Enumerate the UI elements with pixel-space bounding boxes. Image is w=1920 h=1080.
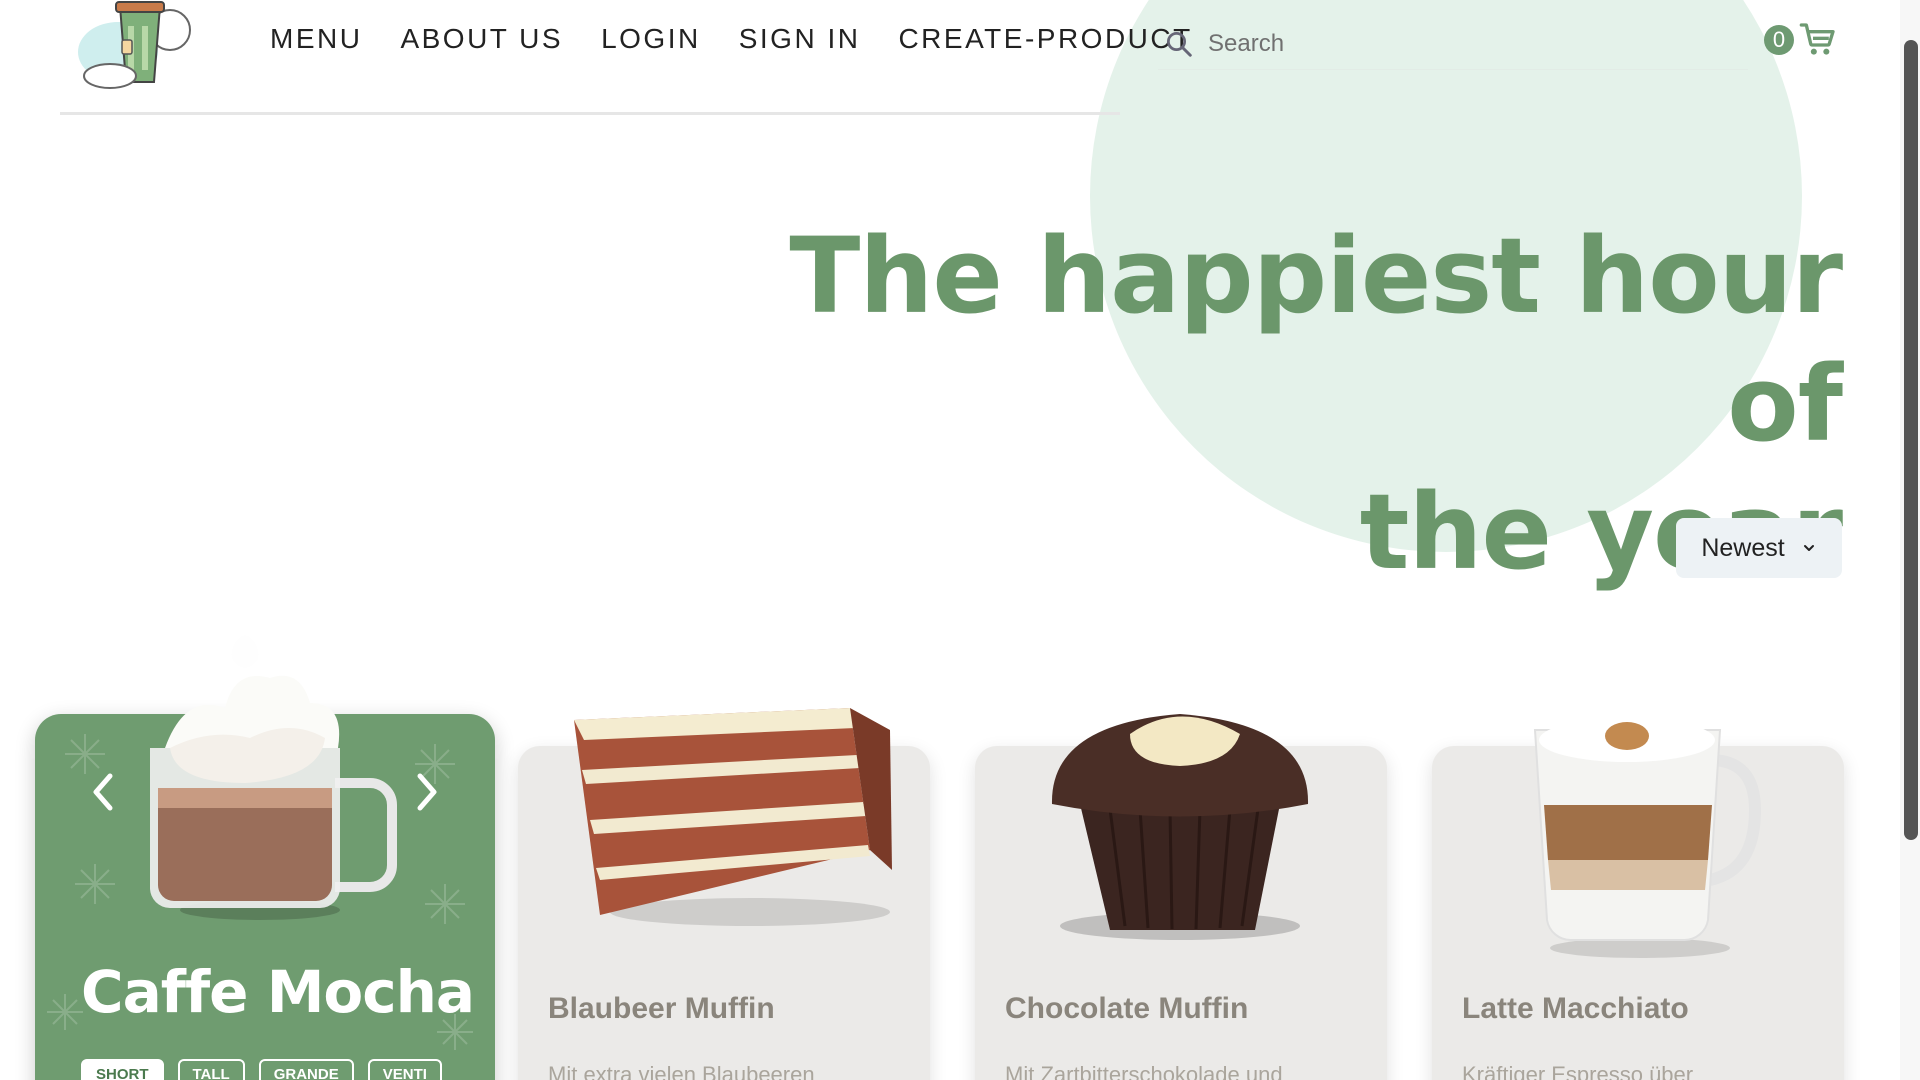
product-title: Blaubeer Muffin xyxy=(548,992,775,1025)
sort-dropdown[interactable]: Newest xyxy=(1676,518,1842,578)
search-bar xyxy=(1158,18,1748,70)
page-scrollbar[interactable] xyxy=(1900,0,1920,1080)
cart-count-badge: 0 xyxy=(1764,25,1794,55)
product-title: Latte Macchiato xyxy=(1462,992,1689,1025)
shopping-cart-icon xyxy=(1799,23,1835,55)
product-description: Mit extra vielen Blaubeeren xyxy=(548,1062,815,1080)
hero-line-1: The happiest hour of xyxy=(789,215,1843,465)
size-selector: SHORT TALL GRANDE VENTI xyxy=(81,1059,442,1080)
cake-slice-image xyxy=(574,708,892,926)
search-icon xyxy=(1167,31,1192,57)
caffe-mocha-image xyxy=(150,635,397,920)
logo-cup-icon[interactable] xyxy=(70,0,200,92)
nav-menu[interactable]: MENU xyxy=(270,20,362,58)
hero-heading: The happiest hour of the year xyxy=(642,212,1843,596)
size-short[interactable]: SHORT xyxy=(81,1059,164,1080)
scrollbar-thumb[interactable] xyxy=(1904,40,1918,840)
cart-button[interactable]: 0 xyxy=(1764,20,1838,60)
sort-label: Newest xyxy=(1701,533,1785,562)
product-description: Kräftiger Espresso über xyxy=(1462,1062,1694,1080)
nav-create-product[interactable]: CREATE-PRODUCT xyxy=(898,20,1192,58)
featured-product-title: Caffe Mocha xyxy=(81,958,475,1026)
main-nav: MENU ABOUT US LOGIN SIGN IN CREATE-PRODU… xyxy=(270,20,1193,58)
product-description: Mit Zartbitterschokolade und xyxy=(1005,1062,1283,1080)
latte-macchiato-image xyxy=(1533,718,1762,958)
product-title: Chocolate Muffin xyxy=(1005,992,1249,1025)
chocolate-muffin-image xyxy=(1051,714,1309,940)
prev-arrow-icon[interactable] xyxy=(88,770,118,814)
size-grande[interactable]: GRANDE xyxy=(258,1059,354,1080)
nav-about-us[interactable]: ABOUT US xyxy=(400,20,563,58)
size-venti[interactable]: VENTI xyxy=(367,1059,442,1080)
size-tall[interactable]: TALL xyxy=(177,1059,245,1080)
site-header: MENU ABOUT US LOGIN SIGN IN CREATE-PRODU… xyxy=(0,0,1920,116)
hero-line-2: the year xyxy=(1359,471,1843,593)
chevron-down-icon xyxy=(1803,545,1814,551)
search-input[interactable] xyxy=(1208,29,1708,58)
nav-login[interactable]: LOGIN xyxy=(601,20,701,58)
next-arrow-icon[interactable] xyxy=(412,770,442,814)
nav-sign-in[interactable]: SIGN IN xyxy=(739,20,861,58)
